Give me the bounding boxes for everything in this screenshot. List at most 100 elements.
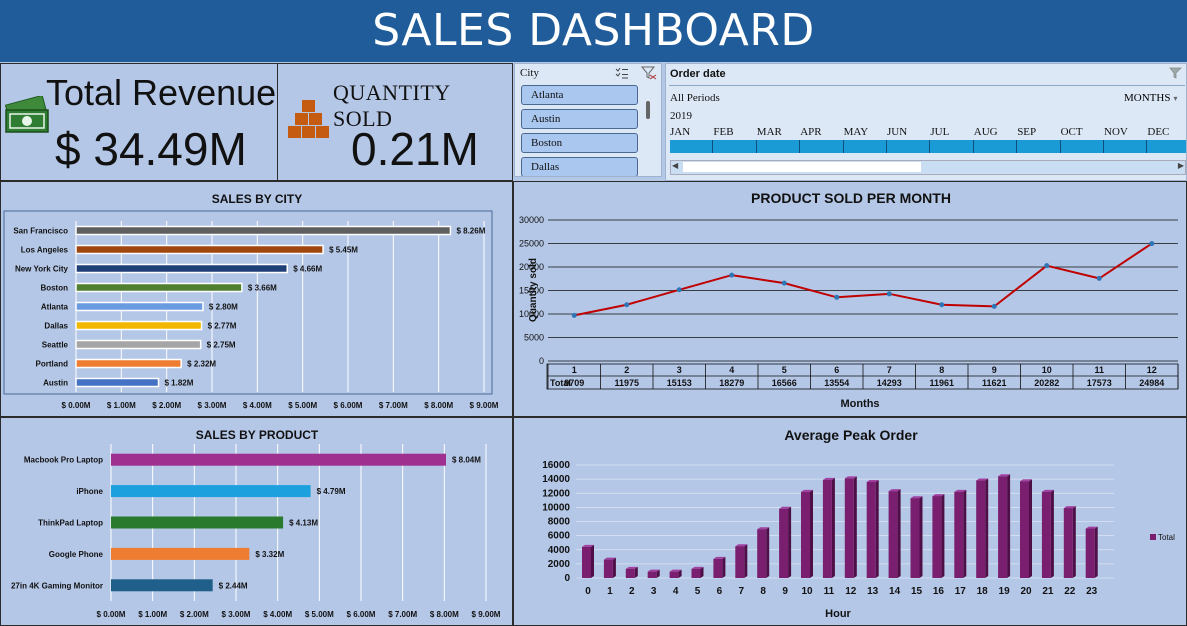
column-side bbox=[722, 556, 726, 578]
x-tick-label: 23 bbox=[1086, 586, 1098, 597]
timeline-month-cell[interactable] bbox=[1017, 140, 1061, 153]
timeline-scrollbar[interactable]: ◀ ▶ bbox=[670, 160, 1186, 175]
chevron-down-icon: ▾ bbox=[1173, 94, 1178, 103]
clear-filter-icon[interactable] bbox=[641, 66, 657, 80]
x-tick-label: $ 6.00M bbox=[334, 401, 363, 410]
x-tick-label: 10 bbox=[801, 586, 813, 597]
multi-select-icon[interactable] bbox=[615, 67, 629, 79]
bar bbox=[75, 263, 289, 274]
y-tick-label: 5000 bbox=[524, 333, 544, 343]
column-side bbox=[1029, 479, 1032, 578]
x-tick-label: 11 bbox=[824, 586, 835, 597]
timeline-month-cell[interactable] bbox=[1104, 140, 1148, 153]
bar bbox=[111, 453, 446, 466]
x-tick-label: $ 9.00M bbox=[470, 401, 499, 410]
order-date-timeline[interactable]: Order date All Periods MONTHS ▾ 2019 JAN… bbox=[665, 63, 1187, 181]
timeline-month-cell[interactable] bbox=[843, 140, 887, 153]
data-point bbox=[1096, 275, 1102, 281]
column-side bbox=[1007, 474, 1011, 578]
y-axis-title: Quantity sold bbox=[528, 258, 539, 322]
x-axis-title: Hour bbox=[825, 608, 851, 620]
timeline-month-label[interactable]: AUG bbox=[974, 126, 998, 138]
timeline-month-cell[interactable] bbox=[1147, 140, 1186, 153]
data-point bbox=[834, 294, 840, 300]
timeline-month-label[interactable]: OCT bbox=[1061, 126, 1083, 138]
timeline-month-cell[interactable] bbox=[800, 140, 844, 153]
timeline-scroll-thumb[interactable] bbox=[683, 162, 921, 172]
city-slicer-item[interactable]: Austin bbox=[521, 109, 638, 129]
city-slicer[interactable]: City Atlanta Austin Boston Dallas bbox=[514, 63, 662, 177]
timeline-month-label[interactable]: MAR bbox=[757, 126, 782, 138]
data-table-value: 13554 bbox=[824, 378, 849, 388]
city-slicer-scrollbar[interactable] bbox=[646, 101, 650, 119]
column-side bbox=[919, 496, 923, 578]
timeline-month-cell[interactable] bbox=[756, 140, 801, 153]
data-table bbox=[546, 363, 1179, 390]
city-slicer-item[interactable]: Atlanta bbox=[521, 85, 638, 105]
x-tick-label: 8 bbox=[760, 586, 766, 597]
sales-by-product-chart: SALES BY PRODUCT $ 0.00M $ 1.00M $ 2.00M $ 3… bbox=[11, 428, 501, 619]
revenue-card: Total Revenue $ 34.49M bbox=[0, 63, 278, 181]
column-side bbox=[612, 557, 616, 578]
city-slicer-item[interactable]: Dallas bbox=[521, 157, 638, 176]
data-point bbox=[571, 312, 577, 318]
timeline-month-label[interactable]: APR bbox=[800, 126, 821, 138]
data-point bbox=[676, 287, 682, 293]
timeline-month-label[interactable]: JUN bbox=[887, 126, 907, 138]
category-label: iPhone bbox=[76, 487, 103, 496]
scroll-left-arrow[interactable]: ◀ bbox=[672, 161, 678, 170]
revenue-value: $ 34.49M bbox=[55, 123, 247, 175]
data-label: $ 8.04M bbox=[452, 456, 481, 465]
x-category-label: 11 bbox=[1094, 365, 1104, 375]
x-tick-label: $ 3.00M bbox=[222, 610, 251, 619]
category-label: ThinkPad Laptop bbox=[38, 519, 103, 528]
category-label: New York City bbox=[15, 265, 69, 274]
timeline-month-cell[interactable] bbox=[973, 140, 1018, 153]
timeline-month-label[interactable]: FEB bbox=[713, 126, 733, 138]
data-table-value: 24984 bbox=[1139, 378, 1164, 388]
x-tick-label: $ 4.00M bbox=[243, 401, 272, 410]
data-label: $ 3.32M bbox=[255, 550, 284, 559]
y-tick-label: 16000 bbox=[542, 460, 570, 471]
x-tick-label: 22 bbox=[1064, 586, 1076, 597]
scroll-right-arrow[interactable]: ▶ bbox=[1178, 161, 1184, 170]
timeline-month-cell[interactable] bbox=[670, 140, 714, 153]
x-category-label: 1 bbox=[572, 365, 577, 375]
quantity-card: QUANTITY SOLD 0.21M bbox=[277, 63, 513, 181]
timeline-month-cell[interactable] bbox=[1060, 140, 1104, 153]
data-label: $ 3.66M bbox=[248, 284, 277, 293]
y-tick-label: 6000 bbox=[548, 531, 571, 542]
timeline-level-dropdown[interactable]: MONTHS ▾ bbox=[1124, 92, 1178, 104]
clear-filter-icon[interactable] bbox=[1169, 67, 1183, 79]
series-line bbox=[574, 242, 1153, 317]
city-slicer-header: City bbox=[520, 67, 539, 79]
timeline-month-cell[interactable] bbox=[930, 140, 974, 153]
timeline-month-cell[interactable] bbox=[713, 140, 757, 153]
timeline-month-label[interactable]: JAN bbox=[670, 126, 690, 138]
timeline-month-cell[interactable] bbox=[887, 140, 931, 153]
x-tick-label: 7 bbox=[739, 586, 745, 597]
bar bbox=[75, 320, 203, 331]
column bbox=[844, 478, 854, 578]
timeline-month-label[interactable]: DEC bbox=[1147, 126, 1169, 138]
data-label: $ 2.75M bbox=[207, 341, 236, 350]
city-slicer-item[interactable]: Boston bbox=[521, 133, 638, 153]
timeline-month-label[interactable]: MAY bbox=[844, 126, 869, 138]
bar bbox=[75, 339, 202, 350]
column bbox=[822, 479, 832, 578]
timeline-month-label[interactable]: JUL bbox=[930, 126, 949, 138]
timeline-month-label[interactable]: SEP bbox=[1017, 126, 1036, 138]
timeline-month-label[interactable]: NOV bbox=[1104, 126, 1128, 138]
column bbox=[932, 496, 942, 578]
column-side bbox=[985, 478, 989, 578]
data-label: $ 2.77M bbox=[208, 322, 237, 331]
column bbox=[735, 546, 745, 578]
average-peak-order-chart: Average Peak Order 0 2000 4000 6000 8000 10000… bbox=[542, 427, 1175, 620]
chart-title: PRODUCT SOLD PER MONTH bbox=[751, 190, 951, 206]
data-point bbox=[939, 302, 945, 308]
column-side bbox=[1094, 526, 1098, 578]
x-tick-label: $ 4.00M bbox=[263, 610, 292, 619]
bar bbox=[75, 282, 243, 293]
data-label: $ 5.45M bbox=[329, 246, 358, 255]
data-label: $ 4.13M bbox=[289, 519, 318, 528]
